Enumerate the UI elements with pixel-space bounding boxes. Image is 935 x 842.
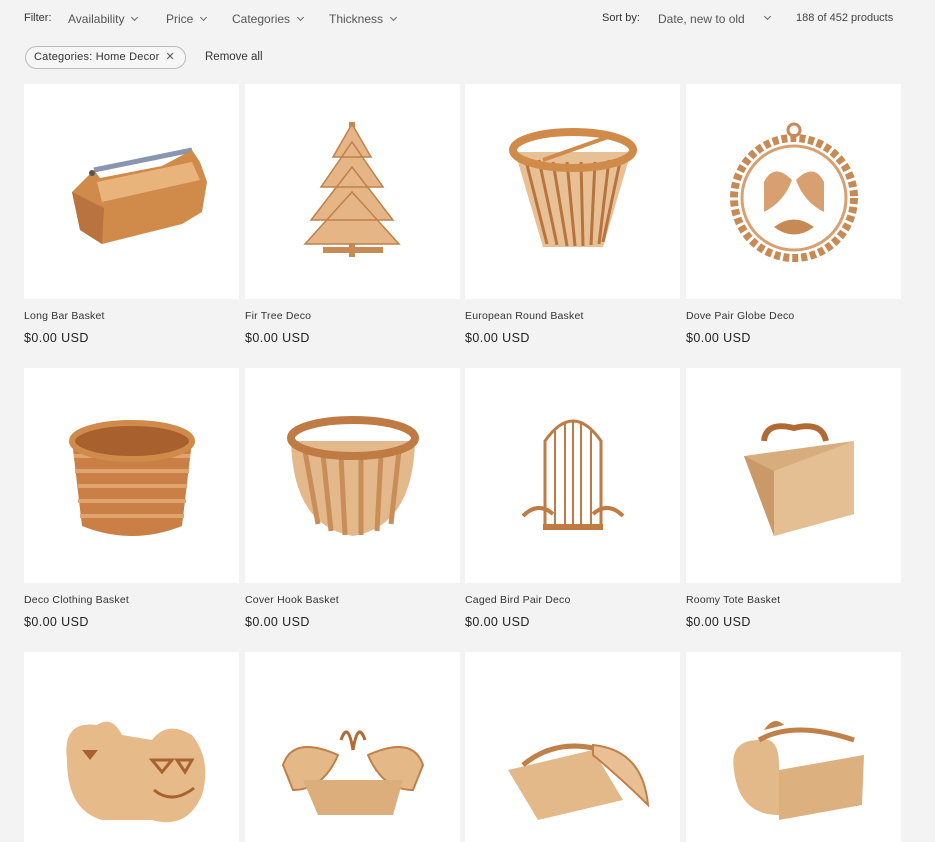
filter-availability-dropdown[interactable]: Availability — [68, 12, 139, 26]
product-title[interactable]: Roomy Tote Basket — [686, 594, 780, 606]
chevron-down-icon — [389, 13, 398, 22]
product-price: $0.00 USD — [245, 615, 310, 629]
filter-categories-label: Categories — [232, 12, 291, 26]
product-card[interactable]: European Round Basket $0.00 USD — [465, 84, 680, 345]
product-count: 188 of 452 products — [796, 12, 894, 24]
product-card[interactable]: Roomy Tote Basket $0.00 USD — [686, 368, 901, 629]
round-basket-image[interactable] — [465, 84, 680, 299]
product-card[interactable] — [465, 652, 680, 842]
product-price: $0.00 USD — [245, 331, 310, 345]
filter-availability-label: Availability — [68, 12, 125, 26]
chevron-down-icon — [296, 13, 305, 22]
product-price: $0.00 USD — [686, 615, 751, 629]
product-title[interactable]: European Round Basket — [465, 310, 584, 322]
remove-all-link[interactable]: Remove all — [205, 51, 263, 63]
active-filter-chip-label: Categories: Home Decor — [34, 51, 160, 63]
product-card[interactable]: Dove Pair Globe Deco $0.00 USD — [686, 84, 901, 345]
fir-tree-image[interactable] — [245, 84, 460, 299]
filter-label: Filter: — [24, 12, 52, 24]
close-icon[interactable]: ✕ — [165, 51, 174, 63]
product-card[interactable]: Cover Hook Basket $0.00 USD — [245, 368, 460, 629]
product-title[interactable]: Deco Clothing Basket — [24, 594, 129, 606]
product-card[interactable] — [245, 652, 460, 842]
sort-select[interactable]: Date, new to old — [658, 12, 774, 26]
dove-globe-image[interactable] — [686, 84, 901, 299]
woven-basket-image[interactable] — [24, 368, 239, 583]
active-filter-chip: Categories: Home Decor ✕ — [25, 46, 186, 69]
filter-categories-dropdown[interactable]: Categories — [232, 12, 305, 26]
product-price: $0.00 USD — [24, 615, 89, 629]
apple-basket-image[interactable] — [686, 652, 901, 842]
product-card[interactable]: Fir Tree Deco $0.00 USD — [245, 84, 460, 345]
product-title[interactable]: Dove Pair Globe Deco — [686, 310, 794, 322]
pumpkin-basket-image[interactable] — [24, 652, 239, 842]
filter-price-dropdown[interactable]: Price — [166, 12, 208, 26]
product-card[interactable] — [686, 652, 901, 842]
product-title[interactable]: Fir Tree Deco — [245, 310, 311, 322]
banana-basket-image[interactable] — [465, 652, 680, 842]
chevron-down-icon — [131, 13, 139, 22]
bird-cage-image[interactable] — [465, 368, 680, 583]
product-price: $0.00 USD — [24, 331, 89, 345]
filter-thickness-label: Thickness — [329, 12, 384, 26]
filter-price-label: Price — [166, 12, 194, 26]
long-bar-basket-image[interactable] — [24, 84, 239, 299]
product-title[interactable]: Long Bar Basket — [24, 310, 105, 322]
sort-selected-value: Date, new to old — [658, 12, 745, 26]
butterfly-basket-image[interactable] — [245, 652, 460, 842]
product-price: $0.00 USD — [465, 331, 530, 345]
tote-basket-image[interactable] — [686, 368, 901, 583]
chevron-down-icon — [200, 13, 208, 22]
product-title[interactable]: Caged Bird Pair Deco — [465, 594, 571, 606]
product-card[interactable]: Caged Bird Pair Deco $0.00 USD — [465, 368, 680, 629]
product-card[interactable]: Deco Clothing Basket $0.00 USD — [24, 368, 239, 629]
product-title[interactable]: Cover Hook Basket — [245, 594, 339, 606]
sort-label: Sort by: — [602, 12, 640, 24]
filter-thickness-dropdown[interactable]: Thickness — [329, 12, 398, 26]
product-card[interactable] — [24, 652, 239, 842]
product-card[interactable]: Long Bar Basket $0.00 USD — [24, 84, 239, 345]
product-price: $0.00 USD — [465, 615, 530, 629]
filter-bar: Filter: Availability Price Categories Th… — [0, 0, 935, 40]
product-price: $0.00 USD — [686, 331, 751, 345]
hook-basket-image[interactable] — [245, 368, 460, 583]
chevron-down-icon — [763, 12, 772, 21]
